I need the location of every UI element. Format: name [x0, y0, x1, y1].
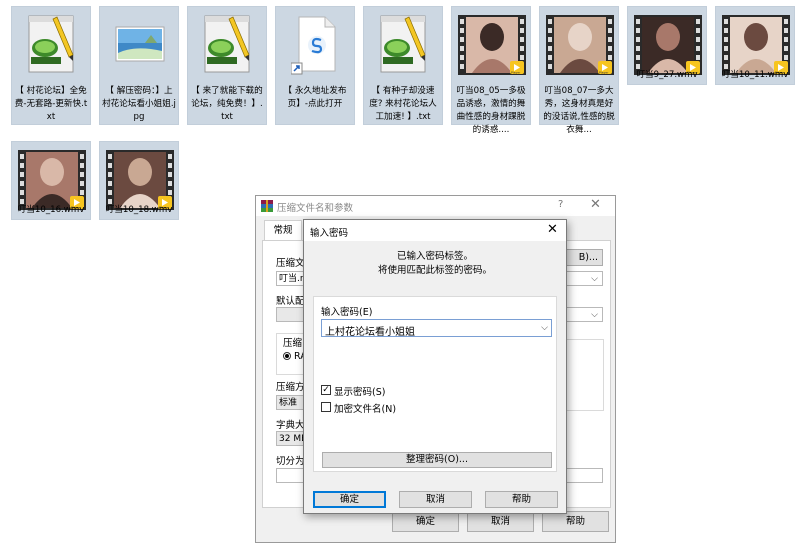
cancel-button[interactable]: 取消 — [399, 491, 472, 508]
show-password-checkbox[interactable]: ✓ — [321, 385, 331, 395]
options-group — [563, 339, 604, 411]
svg-text:Player: Player — [511, 71, 521, 75]
file-item[interactable]: 【 解压密码：】上村花论坛看小姐姐.jpg — [99, 6, 179, 125]
tab-general[interactable]: 常规 — [264, 220, 302, 241]
password-dialog-titlebar[interactable]: 输入密码 ✕ — [304, 220, 566, 241]
file-name: 叮当10_11.wmv — [721, 70, 789, 80]
help-button[interactable]: 帮助 — [542, 511, 609, 532]
chevron-down-icon[interactable]: ⌵ — [541, 323, 548, 333]
file-item[interactable]: 【 有种子却没速度? 来村花论坛人工加速! 】.txt — [363, 6, 443, 125]
file-item[interactable]: Player 叮当10_11.wmv — [715, 6, 795, 85]
close-icon[interactable]: ✕ — [547, 222, 558, 237]
dictionary-label: 字典大 — [276, 420, 305, 431]
encrypt-filenames-checkbox[interactable] — [321, 402, 331, 412]
split-combo-tail[interactable] — [563, 468, 603, 483]
video-file-icon: Player — [546, 15, 614, 75]
ok-button[interactable]: 确定 — [313, 491, 386, 508]
file-name: 【 村花论坛】全免费-无套路-更新快.txt — [14, 86, 88, 122]
profile-combo-tail[interactable]: ⌵ — [563, 307, 603, 322]
file-item[interactable]: Player 叮当08_07一多大秀，这身材真是好的没话说,性感的脱衣舞... — [539, 6, 619, 135]
encrypt-filenames-label[interactable]: 加密文件名(N) — [334, 401, 396, 415]
file-name: 叮当10_16.wmv — [17, 205, 85, 215]
archive-name-combo-tail[interactable]: ⌵ — [563, 271, 603, 286]
close-icon[interactable]: ✕ — [590, 197, 601, 212]
archive-dialog-titlebar[interactable]: 压缩文件名和参数 ? ✕ — [256, 196, 615, 216]
svg-text:Player: Player — [599, 71, 609, 75]
file-item[interactable]: 【 来了就能下载的论坛，纯免费！】.txt — [187, 6, 267, 125]
video-file-icon: Player — [106, 150, 174, 210]
file-item[interactable]: 【 村花论坛】全免费-无套路-更新快.txt — [11, 6, 91, 125]
chevron-down-icon: ⌵ — [591, 310, 598, 320]
winrar-icon — [261, 200, 273, 212]
password-combo[interactable]: 上村花论坛看小姐姐 ⌵ — [321, 319, 552, 338]
file-name: 【 来了就能下载的论坛，纯免费！】.txt — [191, 86, 263, 122]
notepad-file-icon — [28, 15, 74, 73]
file-item[interactable]: Player 叮当9_27.wmv — [627, 6, 707, 85]
file-item[interactable]: Player 叮当10_16.wmv — [11, 141, 91, 220]
notepad-file-icon — [380, 15, 426, 73]
file-name: 【 永久地址发布页】-点此打开 — [283, 86, 347, 109]
chevron-down-icon: ⌵ — [591, 274, 598, 284]
enter-password-dialog: 输入密码 ✕ 已输入密码标签。 将使用匹配此标签的密码。 输入密码(E) 上村花… — [303, 219, 567, 514]
format-label: 压缩 — [283, 338, 303, 349]
file-item[interactable]: Player 叮当08_05一多极品诱惑，激情的舞曲性感的身材踝脱的诱惑.... — [451, 6, 531, 135]
video-file-icon: Player — [634, 15, 702, 75]
show-password-label[interactable]: 显示密码(S) — [334, 384, 385, 398]
video-file-icon: Player — [458, 15, 526, 75]
file-name: 叮当10_18.wmv — [105, 205, 173, 215]
file-item[interactable]: Player 叮当10_18.wmv — [99, 141, 179, 220]
format-radio[interactable] — [283, 352, 291, 360]
file-name: 叮当9_27.wmv — [636, 70, 698, 80]
file-name: 叮当08_07一多大秀，这身材真是好的没话说,性感的脱衣舞... — [543, 86, 615, 135]
archive-dialog-title: 压缩文件名和参数 — [277, 203, 354, 214]
password-dialog-title: 输入密码 — [310, 228, 349, 239]
notepad-file-icon — [204, 15, 250, 73]
method-label: 压缩方 — [276, 382, 305, 393]
ok-button[interactable]: 确定 — [392, 511, 459, 532]
video-file-icon: Player — [722, 15, 790, 75]
file-name: 【 有种子却没速度? 来村花论坛人工加速! 】.txt — [369, 86, 437, 122]
file-name: 叮当08_05一多极品诱惑，激情的舞曲性感的身材踝脱的诱惑.... — [456, 86, 526, 135]
password-match-message: 将使用匹配此标签的密码。 — [377, 265, 492, 276]
help-button[interactable]: 帮助 — [485, 491, 558, 508]
image-file-icon — [115, 26, 165, 62]
organize-passwords-button[interactable]: 整理密码(O)... — [322, 452, 552, 468]
radio-dot-icon — [285, 354, 289, 358]
password-field-label: 输入密码(E) — [321, 307, 373, 318]
file-item[interactable]: 【 永久地址发布页】-点此打开 — [275, 6, 355, 125]
help-icon[interactable]: ? — [558, 199, 563, 210]
archive-name-label: 压缩文 — [276, 258, 305, 269]
default-profile-label: 默认配 — [276, 296, 305, 307]
password-input[interactable]: 上村花论坛看小姐姐 — [325, 323, 415, 338]
password-group: 输入密码(E) 上村花论坛看小姐姐 ⌵ ✓ 显示密码(S) 加密文件名(N) 整… — [313, 296, 557, 472]
shortcut-file-icon — [291, 16, 336, 75]
password-label-message: 已输入密码标签。 — [396, 251, 473, 262]
cancel-button[interactable]: 取消 — [467, 511, 534, 532]
file-name: 【 解压密码：】上村花论坛看小姐姐.jpg — [102, 86, 176, 122]
video-file-icon: Player — [18, 150, 86, 210]
split-label: 切分为 — [276, 456, 305, 467]
